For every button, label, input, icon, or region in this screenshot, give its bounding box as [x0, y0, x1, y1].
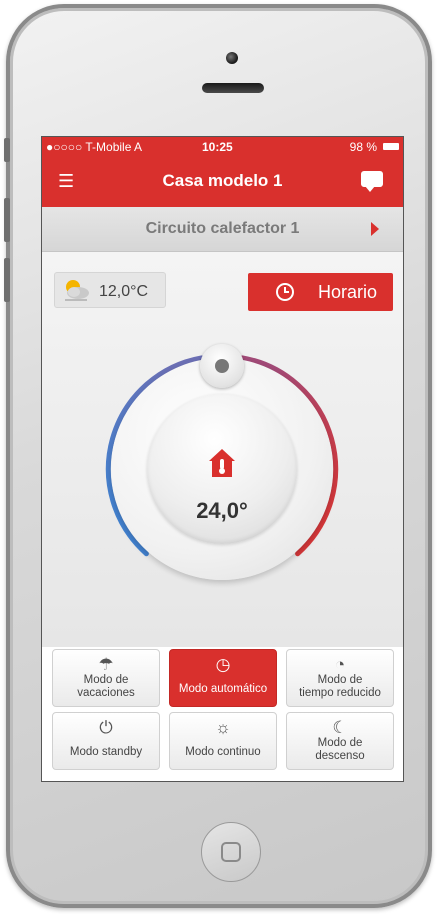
partly-cloudy-icon [65, 280, 89, 301]
earpiece-speaker [202, 83, 264, 93]
circuit-selector[interactable]: Circuito calefactor 1 [42, 207, 403, 252]
setpoint-temperature: 24,0° [196, 498, 248, 523]
volume-down-button [4, 258, 10, 302]
temperature-dial[interactable]: 24,0° [97, 344, 347, 594]
home-button[interactable] [201, 822, 261, 882]
outdoor-weather: 12,0°C [54, 272, 166, 308]
mute-switch [4, 138, 10, 162]
carrier-label: ●○○○○ T-Mobile A [46, 140, 143, 154]
clock-icon [276, 283, 294, 301]
moon-icon: ☾ [332, 718, 348, 737]
house-thermometer-icon [209, 449, 235, 477]
dial-knob[interactable] [200, 344, 244, 388]
mode-button-automatic[interactable]: ◷ Modo automático [169, 649, 277, 707]
umbrella-icon: ☂ [98, 655, 114, 674]
volume-up-button [4, 198, 10, 242]
home-square-icon [221, 842, 241, 862]
thermostat-panel: 12,0°C Horario 24,0° [42, 252, 403, 647]
sun-icon: ☼ [215, 718, 231, 737]
dial-knob-dot [215, 359, 229, 373]
mode-button-setback[interactable]: ☾ Modo de descenso [286, 712, 394, 770]
front-camera [226, 52, 238, 64]
schedule-button-label: Horario [318, 282, 378, 302]
mode-label: Modo automático [178, 683, 268, 695]
battery-icon [383, 143, 399, 150]
power-icon: ⏻ [99, 718, 113, 737]
mode-grid: ☂ Modo de vacaciones ◷ Modo automático ◔ … [52, 649, 396, 773]
mode-button-continuous[interactable]: ☼ Modo continuo [169, 712, 277, 770]
nav-bar: ☰ Casa modelo 1 [42, 157, 403, 207]
page-title: Casa modelo 1 [162, 171, 283, 190]
half-clock-icon: ◔ [334, 655, 346, 674]
clock-label: 10:25 [202, 140, 233, 154]
battery-label: 98 % [349, 140, 377, 154]
mode-button-reduced[interactable]: ◔ Modo de tiempo reducido [286, 649, 394, 707]
outdoor-temperature: 12,0°C [99, 283, 149, 300]
schedule-button[interactable]: Horario [248, 273, 393, 311]
arrow-right-icon[interactable] [371, 222, 379, 236]
mode-label: Modo de tiempo reducido [299, 674, 381, 699]
circuit-label: Circuito calefactor 1 [145, 220, 300, 237]
status-bar: ●○○○○ T-Mobile A 10:25 98 % [42, 137, 403, 157]
app-screen: ●○○○○ T-Mobile A 10:25 98 % ☰ Casa model… [41, 136, 404, 782]
mode-label: Modo de vacaciones [77, 674, 135, 699]
mode-button-standby[interactable]: ⏻ Modo standby [52, 712, 160, 770]
mode-label: Modo standby [69, 746, 143, 758]
clock-icon: ◷ [215, 655, 231, 674]
mode-label: Modo de descenso [315, 737, 365, 762]
chat-icon[interactable] [361, 171, 383, 192]
mode-label: Modo continuo [185, 746, 261, 758]
mode-button-vacation[interactable]: ☂ Modo de vacaciones [52, 649, 160, 707]
